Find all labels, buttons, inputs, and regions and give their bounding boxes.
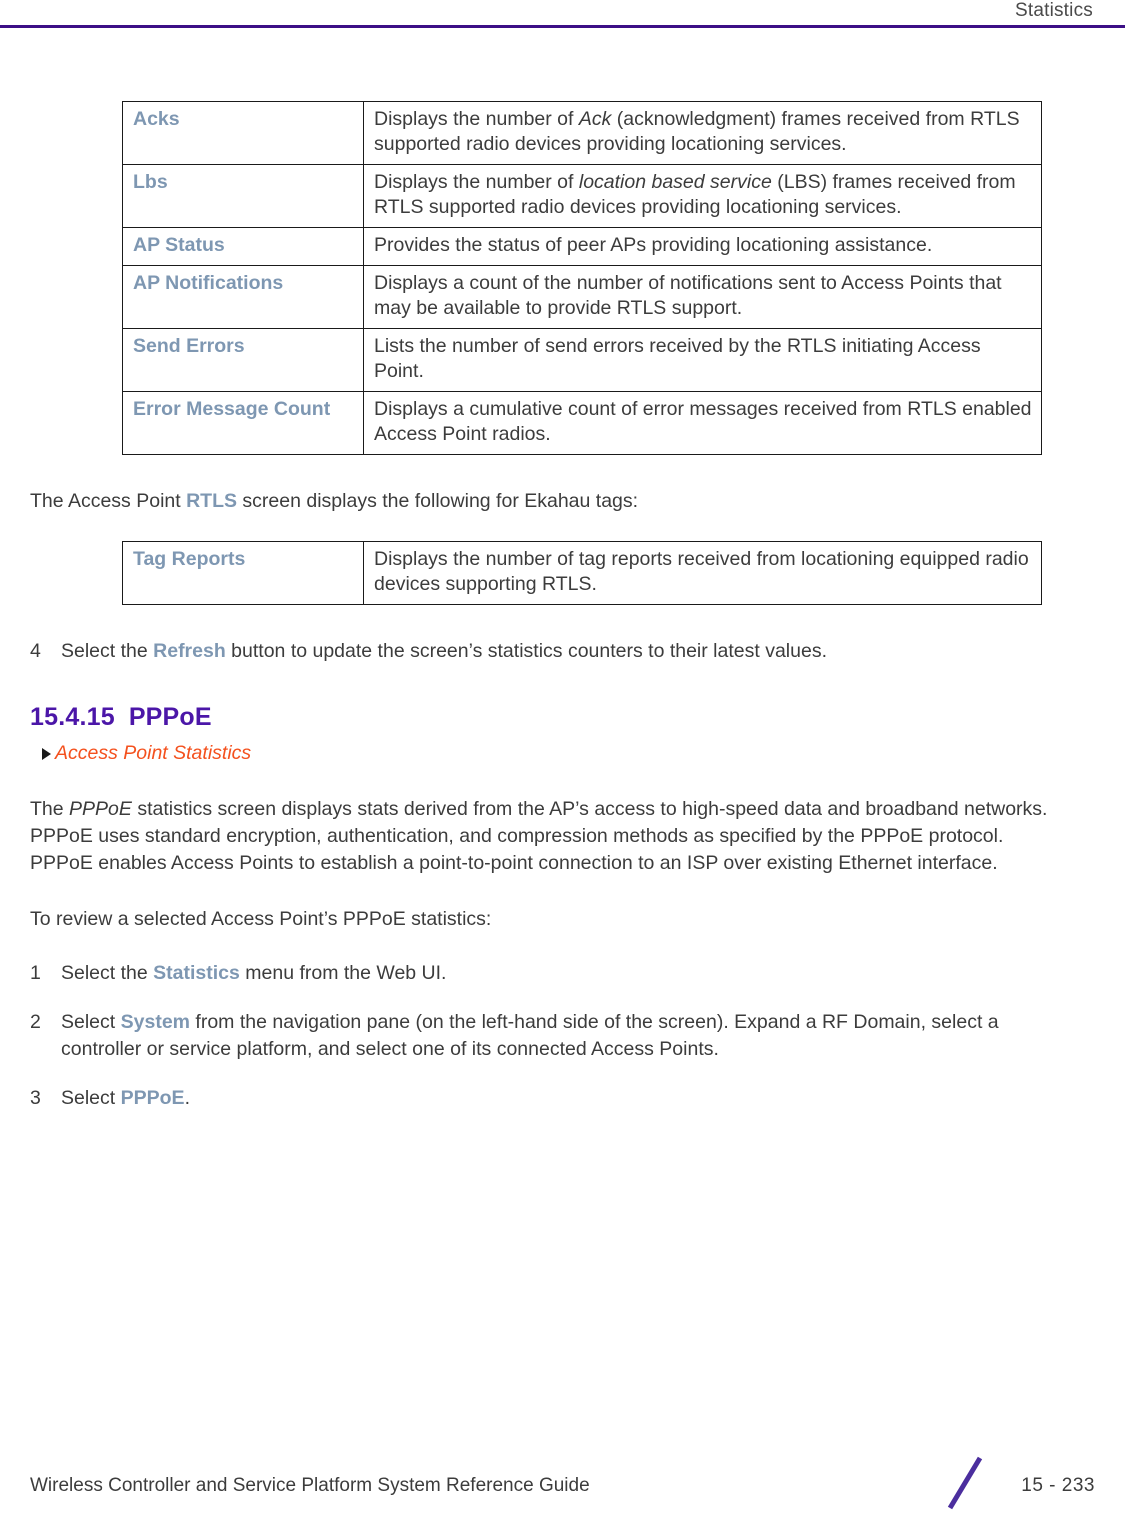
table-row: Tag Reports Displays the number of tag r… [122, 541, 1042, 605]
table-term-cell: Tag Reports [122, 541, 364, 605]
ekahau-intro-before: The Access Point [30, 490, 187, 512]
ui-term-pppoe: PPPoE [120, 1087, 185, 1109]
table-desc-cell: Provides the status of peer APs providin… [363, 227, 1042, 266]
table-desc-cell: Displays a count of the number of notifi… [363, 265, 1042, 329]
step-item-refresh: 4 Select the Refresh button to update the… [30, 638, 1070, 665]
step-number: 1 [30, 962, 41, 984]
table-term-cell: Lbs [122, 164, 364, 228]
step-number: 2 [30, 1011, 41, 1033]
rtls-statistics-table-block: Acks Displays the number of Ack (acknowl… [30, 101, 1070, 455]
table-desc-cell: Displays the number of location based se… [363, 164, 1042, 228]
table-term-cell: AP Status [122, 227, 364, 266]
section-title: PPPoE [128, 703, 212, 731]
table-desc-cell: Displays the number of tag reports recei… [363, 541, 1042, 605]
ekahau-tags-table-block: Tag Reports Displays the number of tag r… [30, 541, 1070, 605]
step-text-after: button to update the screen’s statistics… [225, 640, 827, 662]
table-term-cell: Error Message Count [122, 391, 364, 455]
footer-guide-title: Wireless Controller and Service Platform… [30, 1475, 590, 1496]
table-desc-cell: Displays the number of Ack (acknowledgme… [363, 101, 1042, 165]
emphasis-pppoe: PPPoE [69, 798, 132, 820]
table-desc-cell: Lists the number of send errors received… [363, 328, 1042, 392]
footer-page-number: 15 - 233 [1021, 1475, 1095, 1496]
step-text-before: Select the [61, 962, 154, 984]
rtls-statistics-table: Acks Displays the number of Ack (acknowl… [122, 101, 1042, 455]
step-text-after: menu from the Web UI. [239, 962, 447, 984]
table-term-cell: AP Notifications [122, 265, 364, 329]
table-row: Lbs Displays the number of location base… [122, 164, 1042, 228]
step-item-2: 2 Select System from the navigation pane … [30, 1009, 1070, 1063]
ui-term-statistics: Statistics [153, 962, 240, 984]
header-rule-divider [0, 25, 1125, 28]
step-number: 3 [30, 1087, 41, 1109]
section-heading: 15.4.15 PPPoE [30, 702, 1070, 732]
ui-term-refresh: Refresh [153, 640, 226, 662]
cross-reference-link[interactable]: Access Point Statistics [42, 741, 1070, 766]
triangle-right-icon [42, 747, 51, 760]
emphasis-text: Ack [578, 108, 612, 130]
page-header: Statistics [0, 0, 1125, 28]
page-content: Acks Displays the number of Ack (acknowl… [30, 60, 1070, 1112]
section-number: 15.4.15 [30, 703, 115, 731]
pppoe-description-paragraph: The PPPoE statistics screen displays sta… [30, 796, 1070, 877]
ekahau-tags-table-body: Tag Reports Displays the number of tag r… [122, 541, 1042, 605]
step-text-before: Select [61, 1087, 121, 1109]
table-term-cell: Acks [122, 101, 364, 165]
review-intro-paragraph: To review a selected Access Point’s PPPo… [30, 908, 492, 930]
step-item-3: 3 Select PPPoE. [30, 1085, 1070, 1112]
emphasis-text: location based service [578, 171, 772, 193]
table-row: Error Message Count Displays a cumulativ… [122, 391, 1042, 455]
footer-slash-decoration [946, 1450, 988, 1512]
step-text-after: from the navigation pane (on the left-ha… [61, 1011, 999, 1060]
table-row: Send Errors Lists the number of send err… [122, 328, 1042, 392]
ekahau-intro-after: screen displays the following for Ekahau… [237, 490, 639, 512]
step-text-before: Select [61, 1011, 121, 1033]
table-desc-cell: Displays a cumulative count of error mes… [363, 391, 1042, 455]
step-text-before: Select the [61, 640, 154, 662]
step-text-after: . [184, 1087, 190, 1109]
step-number: 4 [30, 640, 41, 662]
ui-term-system: System [120, 1011, 190, 1033]
body-text-before: The [30, 798, 70, 820]
body-text-after: statistics screen displays stats derived… [30, 798, 1048, 874]
rtls-statistics-table-body: Acks Displays the number of Ack (acknowl… [122, 101, 1042, 455]
table-row: AP Status Provides the status of peer AP… [122, 227, 1042, 266]
ui-term-rtls: RTLS [186, 490, 237, 512]
running-header-title: Statistics [1014, 0, 1093, 21]
page-footer: Wireless Controller and Service Platform… [0, 1447, 1125, 1517]
ekahau-tags-table: Tag Reports Displays the number of tag r… [122, 541, 1042, 605]
cross-reference-label: Access Point Statistics [55, 742, 252, 764]
step-item-1: 1 Select the Statistics menu from the Web… [30, 960, 1070, 987]
table-term-cell: Send Errors [122, 328, 364, 392]
table-row: AP Notifications Displays a count of the… [122, 265, 1042, 329]
table-row: Acks Displays the number of Ack (acknowl… [122, 101, 1042, 165]
ekahau-intro-paragraph: The Access Point RTLS screen displays th… [30, 488, 1070, 515]
